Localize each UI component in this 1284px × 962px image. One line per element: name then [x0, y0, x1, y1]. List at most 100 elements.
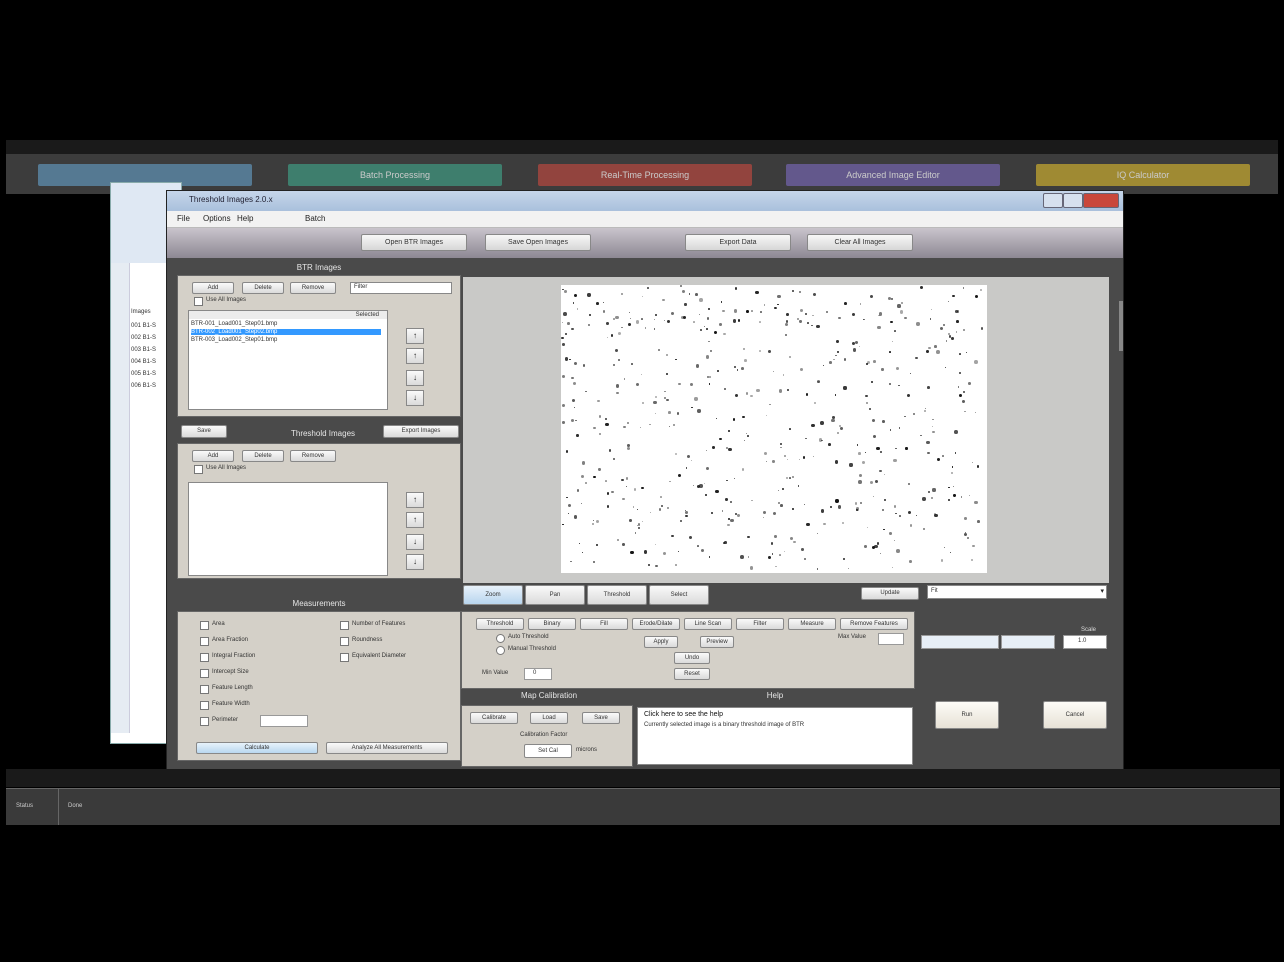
- zoom-select[interactable]: Fit ▾: [927, 585, 1107, 599]
- list-item[interactable]: BTR-003_Load002_Step01.bmp: [191, 337, 381, 343]
- speckle: [893, 505, 897, 508]
- image-viewer[interactable]: [463, 277, 1109, 583]
- preview-button[interactable]: Preview: [700, 636, 734, 648]
- right-dropdown-1[interactable]: [921, 635, 999, 649]
- clear-images-button[interactable]: Clear All Images: [807, 234, 913, 251]
- menu-file[interactable]: File: [177, 214, 190, 223]
- area-checkbox[interactable]: [200, 621, 209, 630]
- btr-add-button[interactable]: Add: [192, 282, 234, 294]
- speckle: [694, 397, 698, 401]
- list-item[interactable]: BTR-001_Load001_Step01.bmp: [191, 321, 381, 327]
- launcher-button-batch[interactable]: Batch Processing: [288, 164, 502, 186]
- speckle: [837, 505, 842, 509]
- threshold-delete-button[interactable]: Delete: [242, 450, 284, 462]
- btr-remove-button[interactable]: Remove: [290, 282, 336, 294]
- save-calibration-button[interactable]: Save: [582, 712, 620, 724]
- auto-threshold-radio[interactable]: [496, 634, 505, 643]
- tab-line-scan[interactable]: Line Scan: [684, 618, 732, 630]
- tab-filter[interactable]: Filter: [736, 618, 784, 630]
- roundness-checkbox[interactable]: [340, 637, 349, 646]
- max-value-input[interactable]: [878, 633, 904, 645]
- btr-delete-button[interactable]: Delete: [242, 282, 284, 294]
- move-up-icon[interactable]: ↑: [406, 512, 424, 528]
- integral-fraction-checkbox[interactable]: [200, 653, 209, 662]
- apply-button[interactable]: Apply: [644, 636, 678, 648]
- btr-use-all-checkbox[interactable]: [194, 297, 203, 306]
- calculate-button[interactable]: Calculate: [196, 742, 318, 754]
- move-bottom-icon[interactable]: ↓: [406, 390, 424, 406]
- menu-batch[interactable]: Batch: [305, 214, 325, 223]
- set-cal-button[interactable]: Set Cal: [524, 744, 572, 758]
- speckle: [798, 290, 802, 294]
- btr-filter-select[interactable]: Filter: [350, 282, 452, 294]
- move-top-icon[interactable]: ↑: [406, 328, 424, 344]
- speckle: [910, 372, 912, 374]
- undo-button[interactable]: Undo: [674, 652, 710, 664]
- launcher-button-realtime[interactable]: Real-Time Processing: [538, 164, 752, 186]
- list-item-selected[interactable]: BTR-002_Load001_Step02.bmp: [191, 329, 381, 335]
- menu-options[interactable]: Options: [203, 214, 231, 223]
- intercept-size-checkbox[interactable]: [200, 669, 209, 678]
- maximize-icon[interactable]: [1063, 193, 1083, 208]
- scale-input[interactable]: 1.0: [1063, 635, 1107, 649]
- help-box[interactable]: Click here to see the help Currently sel…: [637, 707, 913, 765]
- analyze-all-button[interactable]: Analyze All Measurements: [326, 742, 448, 754]
- equivalent-diameter-checkbox[interactable]: [340, 653, 349, 662]
- calibrate-button[interactable]: Calibrate: [470, 712, 518, 724]
- zoom-tool-button[interactable]: Zoom: [463, 585, 523, 605]
- menu-bar: File Options Help Batch: [167, 211, 1123, 228]
- speckle: [567, 512, 570, 515]
- save-images-button[interactable]: Save Open Images: [485, 234, 591, 251]
- threshold-add-button[interactable]: Add: [192, 450, 234, 462]
- threshold-remove-button[interactable]: Remove: [290, 450, 336, 462]
- move-up-icon[interactable]: ↑: [406, 348, 424, 364]
- main-toolbar: Open BTR Images Save Open Images Export …: [167, 228, 1123, 258]
- speckle: [944, 366, 947, 369]
- perimeter-checkbox[interactable]: [200, 717, 209, 726]
- move-down-icon[interactable]: ↓: [406, 370, 424, 386]
- launcher-button-editor[interactable]: Advanced Image Editor: [786, 164, 1000, 186]
- close-icon[interactable]: [1083, 193, 1119, 208]
- move-bottom-icon[interactable]: ↓: [406, 554, 424, 570]
- run-button[interactable]: Run: [935, 701, 999, 729]
- right-dropdown-2[interactable]: [1001, 635, 1055, 649]
- threshold-use-all-checkbox[interactable]: [194, 465, 203, 474]
- number-features-checkbox[interactable]: [340, 621, 349, 630]
- area-fraction-checkbox[interactable]: [200, 637, 209, 646]
- speckle: [842, 557, 845, 560]
- manual-threshold-radio[interactable]: [496, 646, 505, 655]
- speckle: [932, 418, 934, 421]
- move-top-icon[interactable]: ↑: [406, 492, 424, 508]
- minimize-icon[interactable]: [1043, 193, 1063, 208]
- btr-image-list[interactable]: Selected BTR-001_Load001_Step01.bmp BTR-…: [188, 310, 388, 410]
- perimeter-input[interactable]: [260, 715, 308, 727]
- tab-binary[interactable]: Binary: [528, 618, 576, 630]
- tab-threshold[interactable]: Threshold: [476, 618, 524, 630]
- load-calibration-button[interactable]: Load: [530, 712, 568, 724]
- speckle: [964, 533, 968, 537]
- reset-button[interactable]: Reset: [674, 668, 710, 680]
- update-button[interactable]: Update: [861, 587, 919, 600]
- threshold-export-button[interactable]: Export Images: [383, 425, 459, 438]
- threshold-image-list[interactable]: [188, 482, 388, 576]
- feature-width-checkbox[interactable]: [200, 701, 209, 710]
- menu-help[interactable]: Help: [237, 214, 253, 223]
- feature-length-checkbox[interactable]: [200, 685, 209, 694]
- select-tool-button[interactable]: Select: [649, 585, 709, 605]
- pan-tool-button[interactable]: Pan: [525, 585, 585, 605]
- cancel-button[interactable]: Cancel: [1043, 701, 1107, 729]
- tab-measure[interactable]: Measure: [788, 618, 836, 630]
- export-data-button[interactable]: Export Data: [685, 234, 791, 251]
- speckle: [812, 455, 814, 457]
- min-value-input[interactable]: 0: [524, 668, 552, 680]
- binary-threshold-image[interactable]: [561, 285, 987, 573]
- tab-remove-features[interactable]: Remove Features: [840, 618, 908, 630]
- threshold-tool-button[interactable]: Threshold: [587, 585, 647, 605]
- tab-erode-dilate[interactable]: Erode/Dilate: [632, 618, 680, 630]
- open-btr-button[interactable]: Open BTR Images: [361, 234, 467, 251]
- launcher-button-iq[interactable]: IQ Calculator: [1036, 164, 1250, 186]
- threshold-save-button[interactable]: Save: [181, 425, 227, 438]
- tab-fill[interactable]: Fill: [580, 618, 628, 630]
- viewer-scrollbar[interactable]: [1119, 301, 1123, 351]
- move-down-icon[interactable]: ↓: [406, 534, 424, 550]
